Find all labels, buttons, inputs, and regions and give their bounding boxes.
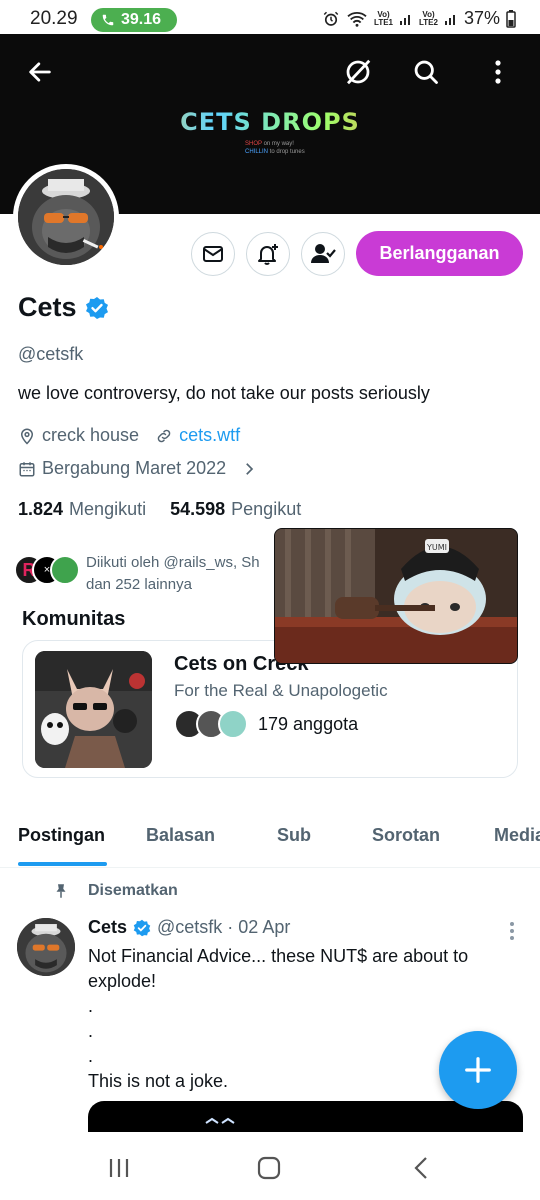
- profile-meta-row: creck house cets.wtf: [18, 425, 240, 446]
- profile-avatar[interactable]: [13, 164, 119, 270]
- follow-stats: 1.824 Mengikuti 54.598 Pengikut: [18, 499, 301, 520]
- notification-button[interactable]: [246, 232, 290, 276]
- post-header: Cets @cetsfk · 02 Apr: [88, 917, 290, 938]
- pip-video-frame: YUMI: [275, 529, 517, 663]
- alarm-icon: [323, 11, 339, 26]
- signal-icon: [400, 14, 410, 25]
- followed-by-text: Diikuti oleh @rails_ws, Sh dan 252 lainn…: [86, 554, 260, 593]
- following-count[interactable]: 1.824: [18, 499, 63, 520]
- status-time: 20.29: [30, 8, 78, 29]
- tab-postingan[interactable]: Postingan: [18, 825, 105, 846]
- post-author-avatar[interactable]: [17, 918, 75, 976]
- chevron-left-icon: [414, 1157, 427, 1179]
- banner-title: CETS DROPS: [0, 108, 540, 136]
- back-nav-button[interactable]: [401, 1154, 441, 1182]
- status-bar: 20.29 39.16 Vo) LTE1 Vo) LTE2 37%: [0, 0, 540, 38]
- envelope-icon: [203, 246, 223, 262]
- system-nav-bar: [0, 1132, 540, 1200]
- tab-sub[interactable]: Sub: [277, 825, 311, 846]
- compose-button[interactable]: [439, 1031, 517, 1109]
- recents-icon: [109, 1159, 129, 1177]
- search-icon: [414, 60, 438, 84]
- tab-balasan[interactable]: Balasan: [146, 825, 215, 846]
- member-avatar: [218, 709, 248, 739]
- post-meta: @cetsfk · 02 Apr: [157, 917, 291, 937]
- sim2-label: Vo) LTE2: [419, 9, 438, 27]
- location-pin-icon: [20, 428, 34, 445]
- community-image: [35, 651, 152, 768]
- profile-handle: @cetsfk: [18, 344, 84, 364]
- signal-icon: [444, 14, 455, 25]
- following-label[interactable]: Mengikuti: [69, 499, 146, 520]
- community-member-count: 179 anggota: [258, 713, 359, 734]
- post-more-button[interactable]: [504, 920, 520, 942]
- sim1-label: Vo) LTE1: [374, 9, 393, 27]
- profile-joined-row[interactable]: Bergabung Maret 2022: [18, 458, 258, 479]
- pinned-label: Disematkan: [52, 882, 178, 900]
- grok-icon: [346, 59, 371, 85]
- bell-plus-icon: [258, 244, 278, 265]
- subscribe-button[interactable]: Berlangganan: [356, 231, 523, 276]
- active-tab-indicator: [18, 862, 107, 866]
- message-button[interactable]: [191, 232, 235, 276]
- recents-button[interactable]: [99, 1154, 139, 1182]
- more-vertical-icon: [495, 60, 501, 84]
- profile-location: creck house: [42, 425, 140, 445]
- community-subtitle: For the Real & Unapologetic: [174, 681, 388, 700]
- profile-joined: Bergabung Maret 2022: [42, 458, 227, 478]
- search-button[interactable]: [406, 52, 446, 92]
- profile-name-row: Cets: [18, 292, 109, 323]
- call-pill[interactable]: 39.16: [91, 8, 177, 32]
- verified-badge-icon: [85, 296, 108, 319]
- home-icon: [257, 1156, 281, 1180]
- chevron-right-icon: [246, 462, 254, 475]
- user-check-icon: [311, 244, 336, 263]
- profile-website-link[interactable]: cets.wtf: [179, 425, 240, 446]
- status-icons: Vo) LTE1 Vo) LTE2 37%: [322, 8, 516, 29]
- tab-sorotan[interactable]: Sorotan: [372, 825, 440, 846]
- follower-avatar: [50, 555, 80, 585]
- pin-icon: [56, 884, 66, 898]
- community-members: 179 anggota: [174, 709, 358, 739]
- svg-text:YUMI: YUMI: [426, 543, 447, 552]
- post-author-name[interactable]: Cets: [88, 917, 127, 938]
- verified-badge-icon: [133, 919, 151, 936]
- following-button[interactable]: [301, 232, 345, 276]
- calendar-icon: [19, 461, 35, 476]
- grok-button[interactable]: [338, 52, 378, 92]
- link-icon: [157, 429, 171, 442]
- community-heading: Komunitas: [22, 608, 126, 630]
- wifi-icon: [347, 11, 367, 27]
- banner-subtext: SHOP on my way! CHILLIN to drop tunes: [245, 141, 305, 155]
- more-options-button[interactable]: [478, 52, 518, 92]
- followed-by-row[interactable]: R × Diikuti oleh @rails_ws, Sh dan 252 l…: [14, 554, 260, 593]
- battery-icon: [506, 9, 516, 28]
- arrow-left-icon: [29, 62, 51, 82]
- followers-label[interactable]: Pengikut: [231, 499, 301, 520]
- tab-media[interactable]: Media: [494, 825, 540, 846]
- avatar-image: [18, 169, 114, 265]
- home-button[interactable]: [249, 1154, 289, 1182]
- more-vertical-icon: [510, 922, 514, 940]
- phone-icon: [102, 14, 114, 26]
- profile-bio: we love controversy, do not take our pos…: [18, 383, 430, 403]
- pip-video-overlay[interactable]: YUMI: [274, 528, 518, 664]
- followers-count[interactable]: 54.598: [170, 499, 225, 520]
- plus-icon: [465, 1057, 491, 1083]
- back-button[interactable]: [20, 52, 60, 92]
- call-duration: 39.16: [121, 11, 162, 28]
- battery-percent: 37%: [463, 8, 500, 28]
- profile-tabs: Postingan Balasan Sub Sorotan Media: [0, 812, 540, 868]
- profile-name: Cets: [18, 292, 77, 322]
